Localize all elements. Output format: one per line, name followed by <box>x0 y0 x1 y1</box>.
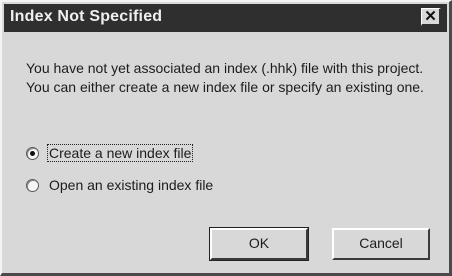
option-open-existing-index[interactable]: Open an existing index file <box>26 174 214 196</box>
cancel-button[interactable]: Cancel <box>332 228 430 260</box>
title-bar[interactable]: Index Not Specified ✕ <box>4 4 447 32</box>
option-create-new-index[interactable]: Create a new index file <box>26 142 194 164</box>
dialog-message: You have not yet associated an index (.h… <box>26 60 424 95</box>
close-icon: ✕ <box>424 8 437 25</box>
close-button[interactable]: ✕ <box>421 8 441 26</box>
dialog-title: Index Not Specified <box>10 8 163 25</box>
option-label[interactable]: Create a new index file <box>46 144 194 162</box>
index-not-specified-dialog: Index Not Specified ✕ You have not yet a… <box>0 0 452 276</box>
option-label[interactable]: Open an existing index file <box>48 177 214 193</box>
radio-create-new-index[interactable] <box>26 146 39 160</box>
ok-button[interactable]: OK <box>209 227 309 261</box>
radio-open-existing-index[interactable] <box>26 178 39 192</box>
